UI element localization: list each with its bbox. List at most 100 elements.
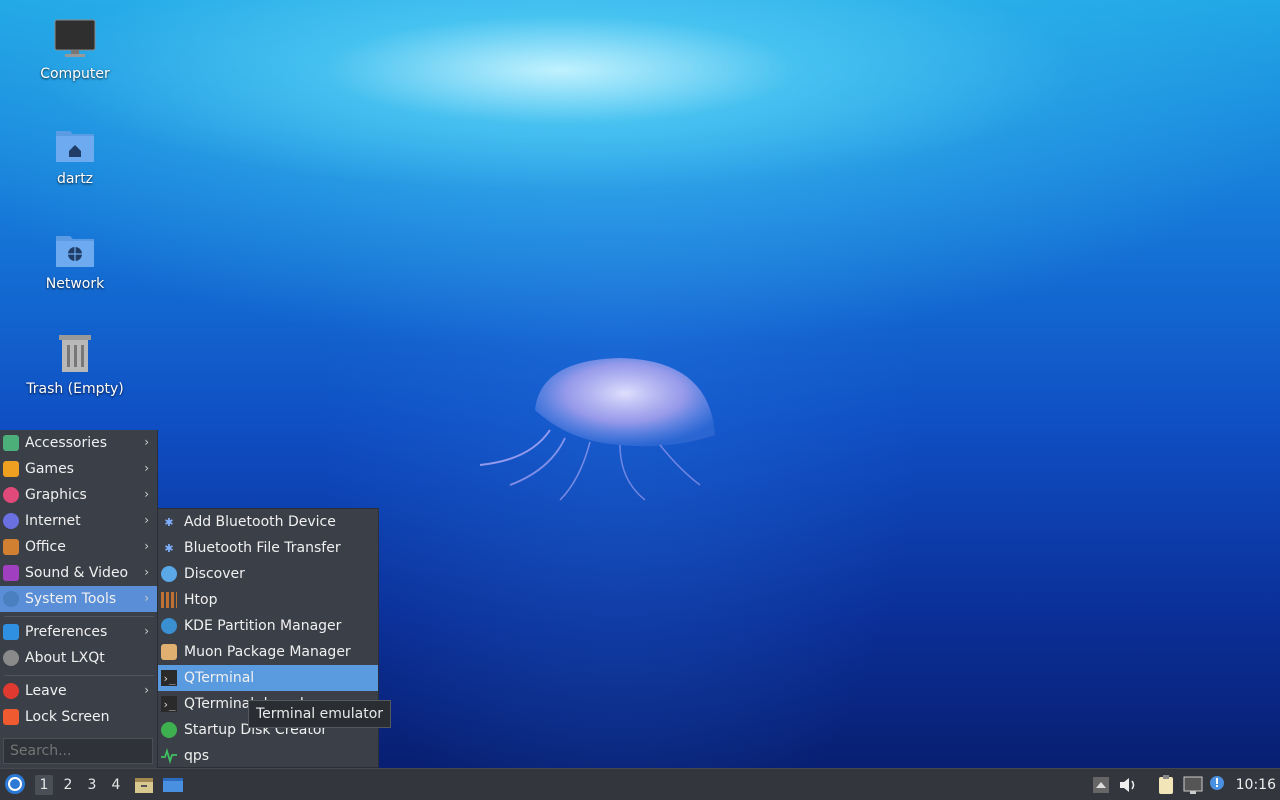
submenu-item-label: Htop bbox=[184, 592, 218, 608]
desktop-icon-label: Trash (Empty) bbox=[26, 381, 124, 397]
workspace-3[interactable]: 3 bbox=[83, 775, 101, 795]
chevron-right-icon: › bbox=[144, 513, 149, 527]
desktop-icon-label: Network bbox=[45, 276, 105, 292]
monitor-icon bbox=[53, 18, 97, 62]
submenu-item-add-bluetooth[interactable]: ✱ Add Bluetooth Device bbox=[158, 509, 378, 535]
menu-item-preferences[interactable]: Preferences › bbox=[0, 619, 157, 645]
start-menu-button[interactable] bbox=[4, 773, 26, 795]
network-icon[interactable] bbox=[1182, 774, 1204, 796]
submenu-item-qps[interactable]: qps bbox=[158, 743, 378, 769]
leave-icon bbox=[3, 683, 19, 699]
menu-item-label: About LXQt bbox=[25, 650, 105, 666]
internet-icon bbox=[3, 513, 19, 529]
menu-item-label: System Tools bbox=[25, 591, 117, 607]
notification-icon[interactable] bbox=[1207, 774, 1229, 796]
about-icon bbox=[3, 650, 19, 666]
desktop-icon-label: Computer bbox=[40, 66, 110, 82]
menu-item-games[interactable]: Games › bbox=[0, 456, 157, 482]
submenu-item-label: qps bbox=[184, 748, 210, 764]
menu-item-internet[interactable]: Internet › bbox=[0, 508, 157, 534]
terminal-icon: ›_ bbox=[161, 696, 177, 712]
games-icon bbox=[3, 461, 19, 477]
menu-item-label: Office bbox=[25, 539, 66, 555]
submenu-item-label: Muon Package Manager bbox=[184, 644, 351, 660]
chevron-right-icon: › bbox=[144, 487, 149, 501]
chevron-right-icon: › bbox=[144, 565, 149, 579]
office-icon bbox=[3, 539, 19, 555]
submenu-item-label: KDE Partition Manager bbox=[184, 618, 342, 634]
submenu-item-label: QTerminal bbox=[184, 670, 255, 686]
home-folder-icon bbox=[53, 123, 97, 167]
taskbar: 1 2 3 4 10:16 bbox=[0, 768, 1280, 800]
desktop-icon-label: dartz bbox=[56, 171, 94, 187]
tooltip: Terminal emulator bbox=[248, 700, 392, 728]
submenu-item-partition-manager[interactable]: KDE Partition Manager bbox=[158, 613, 378, 639]
menu-separator bbox=[4, 675, 154, 676]
discover-icon bbox=[161, 566, 177, 582]
submenu-item-label: Discover bbox=[184, 566, 245, 582]
volume-icon[interactable] bbox=[1117, 774, 1139, 796]
submenu-item-htop[interactable]: Htop bbox=[158, 587, 378, 613]
qps-icon bbox=[161, 748, 177, 764]
menu-item-label: Internet bbox=[25, 513, 81, 529]
menu-item-leave[interactable]: Leave › bbox=[0, 678, 157, 704]
menu-search-input[interactable] bbox=[3, 738, 153, 764]
submenu-item-qterminal[interactable]: ›_ QTerminal bbox=[158, 665, 378, 691]
menu-item-system-tools[interactable]: System Tools › bbox=[0, 586, 157, 612]
preferences-icon bbox=[3, 624, 19, 640]
menu-item-label: Graphics bbox=[25, 487, 87, 503]
menu-item-label: Games bbox=[25, 461, 74, 477]
workspace-2[interactable]: 2 bbox=[59, 775, 77, 795]
show-desktop-icon[interactable] bbox=[162, 774, 184, 796]
tray-expand-icon[interactable] bbox=[1090, 774, 1112, 796]
workspace-1[interactable]: 1 bbox=[35, 775, 53, 795]
menu-item-office[interactable]: Office › bbox=[0, 534, 157, 560]
menu-item-label: Sound & Video bbox=[25, 565, 129, 581]
chevron-right-icon: › bbox=[144, 539, 149, 553]
chevron-right-icon: › bbox=[144, 591, 149, 605]
submenu-item-muon[interactable]: Muon Package Manager bbox=[158, 639, 378, 665]
submenu-item-bluetooth-transfer[interactable]: ✱ Bluetooth File Transfer bbox=[158, 535, 378, 561]
startup-disk-icon bbox=[161, 722, 177, 738]
desktop-icon-trash[interactable]: Trash (Empty) bbox=[15, 333, 135, 397]
desktop-icon-network[interactable]: Network bbox=[15, 228, 135, 292]
bluetooth-icon: ✱ bbox=[164, 541, 174, 555]
menu-item-label: Preferences bbox=[25, 624, 108, 640]
lock-icon bbox=[3, 709, 19, 725]
submenu-item-discover[interactable]: Discover bbox=[158, 561, 378, 587]
sound-video-icon bbox=[3, 565, 19, 581]
desktop-icon-home[interactable]: dartz bbox=[15, 123, 135, 187]
menu-item-label: Lock Screen bbox=[25, 709, 110, 725]
chevron-right-icon: › bbox=[144, 461, 149, 475]
menu-item-label: Leave bbox=[25, 683, 67, 699]
bluetooth-icon: ✱ bbox=[164, 515, 174, 529]
menu-item-graphics[interactable]: Graphics › bbox=[0, 482, 157, 508]
chevron-right-icon: › bbox=[144, 624, 149, 638]
menu-item-lock-screen[interactable]: Lock Screen bbox=[0, 704, 157, 730]
menu-item-accessories[interactable]: Accessories › bbox=[0, 430, 157, 456]
trash-icon bbox=[53, 333, 97, 377]
accessories-icon bbox=[3, 435, 19, 451]
clock[interactable]: 10:16 bbox=[1236, 769, 1276, 800]
chevron-right-icon: › bbox=[144, 435, 149, 449]
terminal-icon: ›_ bbox=[161, 670, 177, 686]
lubuntu-logo-icon bbox=[5, 774, 25, 794]
menu-item-about[interactable]: About LXQt bbox=[0, 645, 157, 671]
menu-separator bbox=[4, 616, 154, 617]
desktop-icon-computer[interactable]: Computer bbox=[15, 18, 135, 82]
submenu-item-label: Bluetooth File Transfer bbox=[184, 540, 341, 556]
graphics-icon bbox=[3, 487, 19, 503]
system-tools-submenu: ✱ Add Bluetooth Device ✱ Bluetooth File … bbox=[157, 508, 379, 768]
workspace-4[interactable]: 4 bbox=[107, 775, 125, 795]
start-menu: Accessories › Games › Graphics › Interne… bbox=[0, 430, 158, 768]
file-manager-launcher-icon[interactable] bbox=[133, 774, 155, 796]
htop-icon bbox=[161, 592, 177, 608]
clipboard-icon[interactable] bbox=[1155, 774, 1177, 796]
network-folder-icon bbox=[53, 228, 97, 272]
partition-manager-icon bbox=[161, 618, 177, 634]
chevron-right-icon: › bbox=[144, 683, 149, 697]
package-manager-icon bbox=[161, 644, 177, 660]
jellyfish-illustration bbox=[479, 358, 715, 501]
submenu-item-label: Add Bluetooth Device bbox=[184, 514, 336, 530]
menu-item-sound-video[interactable]: Sound & Video › bbox=[0, 560, 157, 586]
